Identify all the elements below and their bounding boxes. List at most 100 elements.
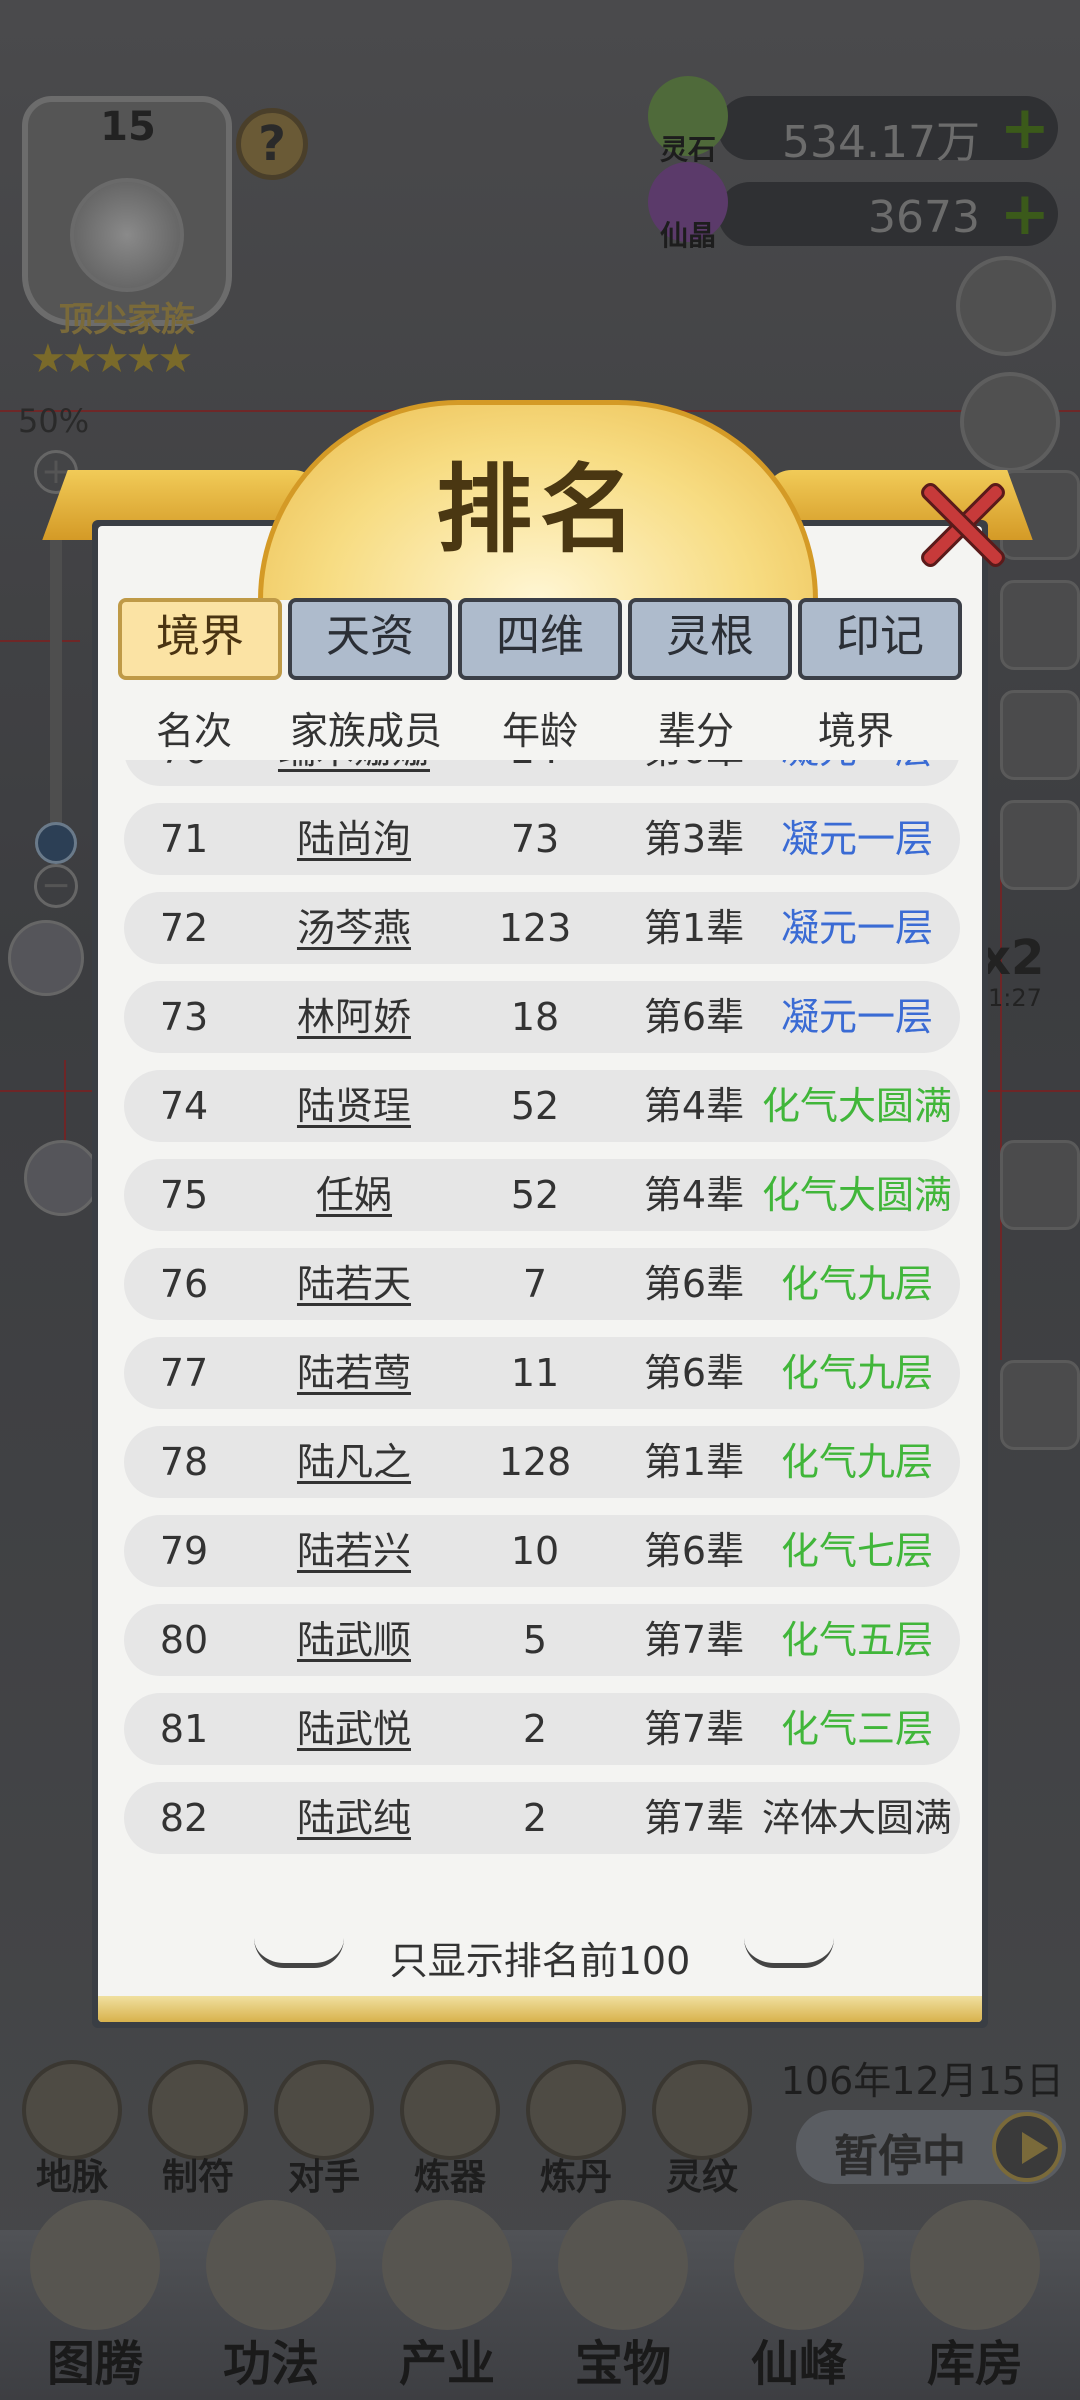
age-cell: 123 [498,906,572,950]
age-cell: 128 [498,1440,572,1484]
ranking-row[interactable]: 72 汤芩燕 123 第1辈 凝元一层 [124,892,960,964]
skill-label: 制符 [161,2157,234,2198]
ranking-row[interactable]: 78 陆凡之 128 第1辈 化气九层 [124,1426,960,1498]
skill-earth-vein-button[interactable]: 地脉 [16,2060,128,2210]
member-name-link[interactable]: 陆凡之 [264,1426,444,1498]
member-name-link[interactable]: 林阿娇 [264,981,444,1053]
ranking-row[interactable]: 73 林阿娇 18 第6辈 凝元一层 [124,981,960,1053]
tab-realm[interactable]: 境界 [118,598,282,680]
nav-treasures[interactable]: 宝物 [538,2200,708,2400]
ranking-row[interactable]: 79 陆若兴 10 第6辈 化气七层 [124,1515,960,1587]
peak-icon [734,2200,864,2330]
member-name-link[interactable]: 汤芩燕 [264,892,444,964]
age-cell: 7 [522,1262,548,1306]
member-name-link[interactable]: 陆武悦 [264,1693,444,1765]
member-name-link[interactable]: 陆若天 [264,1248,444,1320]
member-card[interactable] [1000,1360,1080,1450]
realm-cell: 化气九层 [780,1440,933,1484]
skill-label: 灵纹 [665,2157,738,2198]
skill-rival-button[interactable]: 对手 [268,2060,380,2210]
ranking-row[interactable]: 75 任娲 52 第4辈 化气大圆满 [124,1159,960,1231]
add-immortal-crystal-button[interactable]: + [1000,184,1050,244]
realm-cell: 化气三层 [780,1707,933,1751]
age-cell: 18 [510,995,560,1039]
member-portrait-avatar[interactable] [8,920,84,996]
realm-cell: 凝元一层 [780,817,933,861]
generation-cell: 第1辈 [643,1440,745,1484]
storage-bag-icon [910,2200,1040,2330]
realm-cell: 化气九层 [780,1262,933,1306]
rank-cell: 77 [159,1351,209,1395]
nav-label: 功法 [222,2336,319,2392]
member-card[interactable] [1000,690,1080,780]
member-name-link[interactable]: 陆武纯 [264,1782,444,1854]
help-button[interactable]: ? [236,108,308,180]
age-cell: 73 [510,817,560,861]
alchemy-furnace-icon [526,2060,626,2160]
zoom-slider-handle[interactable] [35,822,77,864]
realm-cell: 凝元一层 [754,760,960,786]
add-spirit-stone-button[interactable]: + [1000,98,1050,158]
skill-refine-artifact-button[interactable]: 炼器 [394,2060,506,2210]
tab-spirit-root[interactable]: 灵根 [628,598,792,680]
member-name-link[interactable]: 端木姗姗 [264,760,444,786]
column-header-age: 年龄 [501,709,578,753]
yin-yang-icon[interactable] [956,256,1056,356]
ranking-row[interactable]: 77 陆若莺 11 第6辈 化气九层 [124,1337,960,1409]
ranking-row[interactable]: 74 陆贤珵 52 第4辈 化气大圆满 [124,1070,960,1142]
generation-cell: 第6辈 [643,1262,745,1306]
member-card[interactable] [1000,1140,1080,1230]
age-cell: 52 [510,1084,560,1128]
member-name-link[interactable]: 陆若兴 [264,1515,444,1587]
skill-alchemy-button[interactable]: 炼丹 [520,2060,632,2210]
member-name-link[interactable]: 陆武顺 [264,1604,444,1676]
generation-cell: 第3辈 [643,817,745,861]
spirit-pattern-icon [652,2060,752,2160]
rank-cell: 71 [159,817,209,861]
ranking-row[interactable]: 82 陆武纯 2 第7辈 淬体大圆满 [124,1782,960,1854]
realm-cell: 化气九层 [780,1351,933,1395]
nav-techniques[interactable]: 功法 [186,2200,356,2400]
nav-storehouse[interactable]: 库房 [890,2200,1060,2400]
realm-cell: 凝元一层 [780,995,933,1039]
member-name-link[interactable]: 陆若莺 [264,1337,444,1409]
immortal-crystal-value: 3673 [868,192,980,243]
member-name-link[interactable]: 任娲 [264,1159,444,1231]
play-icon [992,2112,1062,2182]
family-badge[interactable]: 15 顶尖家族 [22,96,232,340]
tab-mark[interactable]: 印记 [798,598,962,680]
tab-talent[interactable]: 天资 [288,598,452,680]
ranking-row[interactable]: 71 陆尚洵 73 第3辈 凝元一层 [124,803,960,875]
member-card[interactable] [1000,800,1080,890]
member-name-link[interactable]: 陆贤珵 [264,1070,444,1142]
ranking-row[interactable]: 76 陆若天 7 第6辈 化气九层 [124,1248,960,1320]
ranking-row[interactable]: 81 陆武悦 2 第7辈 化气三层 [124,1693,960,1765]
nav-industry[interactable]: 产业 [362,2200,532,2400]
ranking-row[interactable]: 70 端木姗姗 24 第6辈凝元一层 [124,760,960,786]
age-cell: 2 [522,1796,548,1840]
skill-talisman-button[interactable]: 制符 [142,2060,254,2210]
rank-cell: 80 [159,1618,209,1662]
nav-immortal-peak[interactable]: 仙峰 [714,2200,884,2400]
rank-cell: 75 [159,1173,209,1217]
speed-boost-badge[interactable]: x2 [980,930,1044,986]
ranking-row[interactable]: 80 陆武顺 5 第7辈 化气五层 [124,1604,960,1676]
pause-toggle-button[interactable]: 暂停中 [796,2110,1066,2184]
earth-vein-icon [22,2060,122,2160]
close-button[interactable] [910,470,1010,571]
tab-attributes[interactable]: 四维 [458,598,622,680]
realm-cell: 化气大圆满 [761,1173,952,1217]
skill-spirit-pattern-button[interactable]: 灵纹 [646,2060,758,2210]
nav-totem[interactable]: 图腾 [10,2200,180,2400]
rank-cell: 70 [124,760,244,786]
member-card[interactable] [1000,580,1080,670]
zoom-out-button[interactable]: − [34,864,78,908]
member-name-link[interactable]: 陆尚洵 [264,803,444,875]
rank-cell: 74 [159,1084,209,1128]
rank-cell: 81 [159,1707,209,1751]
member-portrait-avatar[interactable] [24,1140,100,1216]
skill-label: 对手 [287,2157,360,2198]
column-header-generation: 辈分 [657,709,734,753]
ranking-list[interactable]: 70端木姗姗24第6辈凝元一层71陆尚洵73第3辈凝元一层72汤芩燕123第1辈… [116,760,966,1878]
skill-label: 炼器 [413,2157,486,2198]
